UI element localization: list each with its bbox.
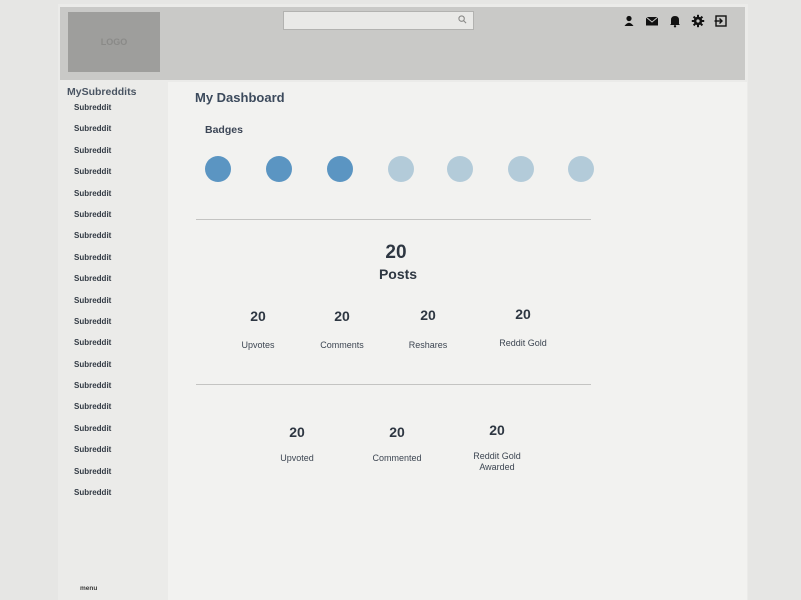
- activity-stat-label: Commented: [372, 453, 422, 463]
- activity-stat-value: 20: [289, 424, 305, 440]
- sidebar-item-subreddit[interactable]: Subreddit: [74, 424, 111, 445]
- search-input[interactable]: [283, 11, 474, 30]
- bell-icon[interactable]: [668, 14, 682, 28]
- mail-icon[interactable]: [645, 14, 659, 28]
- sidebar-item-subreddit[interactable]: Subreddit: [74, 381, 111, 402]
- activity-stat-label: Reddit Gold Awarded: [473, 451, 521, 472]
- activity-stat-label: Upvoted: [280, 453, 314, 463]
- gear-icon[interactable]: [691, 14, 705, 28]
- search-icon[interactable]: [458, 15, 467, 24]
- sidebar-item-subreddit[interactable]: Subreddit: [74, 274, 111, 295]
- post-stat-value: 20: [420, 307, 436, 323]
- sidebar-item-subreddit[interactable]: Subreddit: [74, 296, 111, 317]
- logo-text: LOGO: [100, 37, 128, 47]
- sidebar-title: MySubreddits: [67, 86, 137, 98]
- badge-earned[interactable]: [266, 156, 292, 182]
- sidebar-item-subreddit[interactable]: Subreddit: [74, 467, 111, 488]
- sidebar-item-subreddit[interactable]: Subreddit: [74, 210, 111, 231]
- badge-earned[interactable]: [327, 156, 353, 182]
- post-stat-value: 20: [334, 308, 350, 324]
- page-title: My Dashboard: [195, 90, 285, 105]
- user-icon[interactable]: [622, 14, 636, 28]
- sidebar-list: Subreddit Subreddit Subreddit Subreddit Subr…: [74, 103, 111, 509]
- activity-stat-value: 20: [389, 424, 405, 440]
- divider: [196, 219, 591, 220]
- sidebar-item-subreddit[interactable]: Subreddit: [74, 445, 111, 466]
- badge-locked[interactable]: [447, 156, 473, 182]
- badges-heading: Badges: [205, 124, 243, 136]
- posts-label: Posts: [378, 266, 418, 282]
- posts-count: 20: [385, 242, 407, 263]
- badge-locked[interactable]: [388, 156, 414, 182]
- logo[interactable]: LOGO: [68, 12, 160, 72]
- badge-locked[interactable]: [508, 156, 534, 182]
- sidebar-item-subreddit[interactable]: Subreddit: [74, 231, 111, 252]
- sidebar-item-subreddit[interactable]: Subreddit: [74, 167, 111, 188]
- sidebar-item-subreddit[interactable]: Subreddit: [74, 360, 111, 381]
- badge-locked[interactable]: [568, 156, 594, 182]
- badge-earned[interactable]: [205, 156, 231, 182]
- sidebar-item-subreddit[interactable]: Subreddit: [74, 124, 111, 145]
- logout-icon[interactable]: [714, 14, 728, 28]
- post-stat-label: Upvotes: [241, 340, 275, 350]
- sidebar-item-subreddit[interactable]: Subreddit: [74, 338, 111, 359]
- sidebar-item-subreddit[interactable]: Subreddit: [74, 189, 111, 210]
- sidebar-item-subreddit[interactable]: Subreddit: [74, 402, 111, 423]
- menu-button[interactable]: menu: [80, 585, 97, 592]
- post-stat-label: Reddit Gold: [499, 338, 547, 348]
- post-stat-label: Comments: [320, 340, 364, 350]
- activity-stat-value: 20: [489, 422, 505, 438]
- post-stat-label: Reshares: [408, 340, 448, 350]
- post-stat-value: 20: [515, 306, 531, 322]
- sidebar-item-subreddit[interactable]: Subreddit: [74, 146, 111, 167]
- post-stat-value: 20: [250, 308, 266, 324]
- sidebar-item-subreddit[interactable]: Subreddit: [74, 317, 111, 338]
- divider: [196, 384, 591, 385]
- sidebar-item-subreddit[interactable]: Subreddit: [74, 253, 111, 274]
- sidebar-item-subreddit[interactable]: Subreddit: [74, 488, 111, 509]
- sidebar-item-subreddit[interactable]: Subreddit: [74, 103, 111, 124]
